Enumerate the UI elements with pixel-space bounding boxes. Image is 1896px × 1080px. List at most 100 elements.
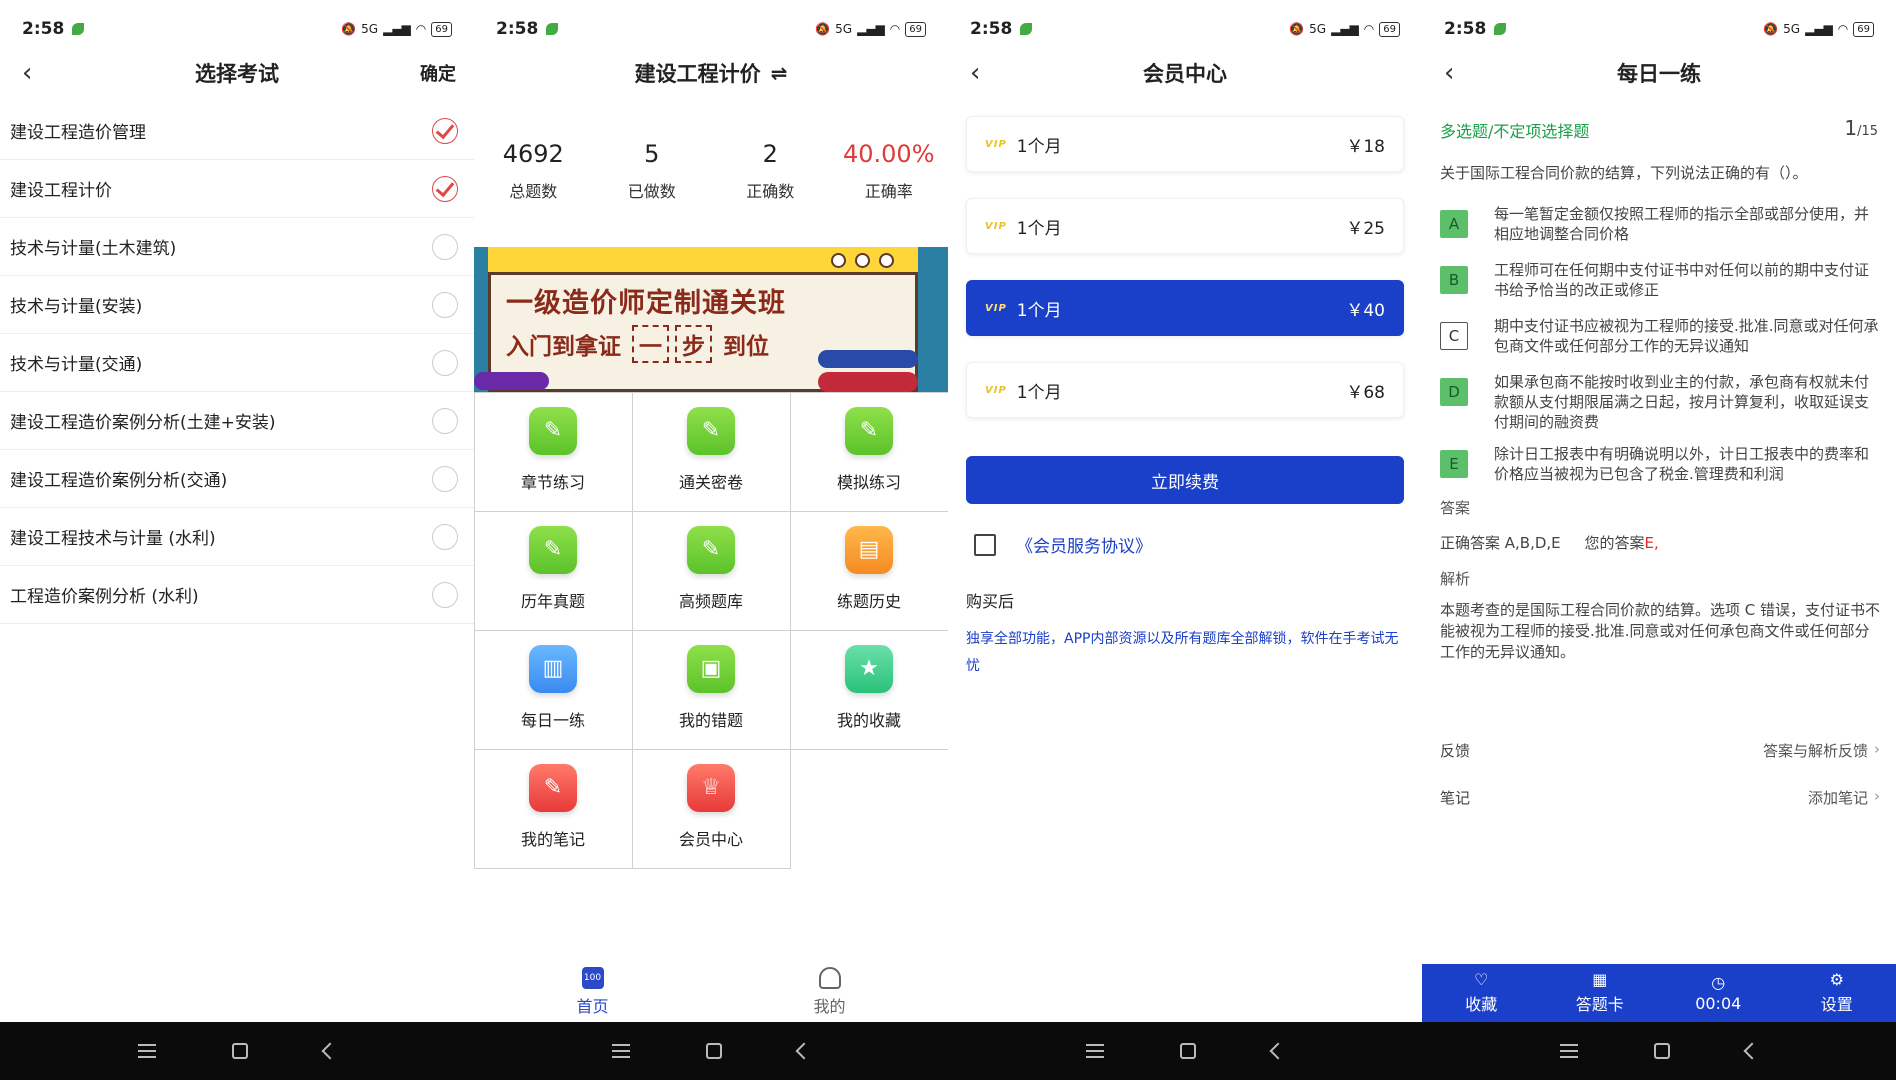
exam-label: 建设工程造价案例分析(土建+安装) xyxy=(10,413,276,433)
exam-item[interactable]: 技术与计量(交通) xyxy=(0,334,474,392)
plan-option-selected[interactable]: VIP 1个月 ￥40 xyxy=(966,280,1404,336)
nav-back-icon[interactable] xyxy=(1743,1042,1761,1060)
home-icon[interactable] xyxy=(232,1043,248,1059)
switch-icon[interactable]: ⇌ xyxy=(771,61,788,85)
option-list: A 每一笔暂定金额仅按照工程师的指示全部或部分使用，并相应地调整合同价格 B 工程师… xyxy=(1440,204,1880,500)
menu-practice-history[interactable]: ▤ 练题历史 xyxy=(789,510,948,631)
pencil-icon: ✎ xyxy=(687,525,735,574)
radio-icon[interactable] xyxy=(432,465,458,492)
toolbar-label: 00:04 xyxy=(1695,993,1742,1013)
menu-label: 我的错题 xyxy=(678,710,743,730)
menu-icon[interactable] xyxy=(1560,1044,1578,1058)
renew-button[interactable]: 立即续费 xyxy=(966,456,1404,504)
app-notification-icon xyxy=(1020,23,1033,35)
mute-icon: 🔕 xyxy=(341,22,357,36)
menu-mock-practice[interactable]: ✎ 模拟练习 xyxy=(789,391,948,512)
nav-back-icon[interactable] xyxy=(1269,1042,1287,1060)
screen-daily-practice: 2:58 🔕 5G ▂▄▆ ◠ 69 ‹ 每日一练 多选题/不定项选择题 1/1… xyxy=(1422,0,1896,1080)
answer-sheet-button[interactable]: ▦ 答题卡 xyxy=(1541,964,1660,1022)
radio-icon[interactable] xyxy=(432,407,458,434)
page-title[interactable]: 建设工程计价 xyxy=(635,58,761,88)
status-time: 2:58 xyxy=(1444,19,1487,39)
radio-icon[interactable] xyxy=(432,349,458,376)
nav-back-icon[interactable] xyxy=(795,1042,813,1060)
home-icon[interactable] xyxy=(1654,1043,1670,1059)
exam-list: 建设工程造价管理 建设工程计价 技术与计量(土木建筑) 技术与计量(安装) 技术… xyxy=(0,102,474,624)
menu-icon[interactable] xyxy=(612,1044,630,1058)
nav-back-icon[interactable] xyxy=(321,1042,339,1060)
confirm-button[interactable]: 确定 xyxy=(420,60,456,86)
tab-home[interactable]: 100 首页 xyxy=(474,962,711,1022)
tab-mine[interactable]: 我的 xyxy=(711,962,948,1022)
menu-high-frequency[interactable]: ✎ 高频题库 xyxy=(631,510,791,631)
exam-item[interactable]: 建设工程技术与计量 (水利) xyxy=(0,508,474,566)
plan-option[interactable]: VIP 1个月 ￥18 xyxy=(966,116,1404,172)
note-row[interactable]: 笔记 添加笔记 › xyxy=(1440,787,1880,808)
book-icon: ▣ xyxy=(687,644,735,693)
menu-wrong-questions[interactable]: ▣ 我的错题 xyxy=(631,629,791,750)
option-c[interactable]: C 期中支付证书应被视为工程师的接受.批准.同意或对任何承包商文件或任何部分工作的… xyxy=(1440,316,1880,360)
menu-icon[interactable] xyxy=(138,1044,156,1058)
benefit-text: 独享全部功能，APP内部资源以及所有题库全部解锁，软件在手考试无忧 xyxy=(966,631,1399,674)
app-notification-icon xyxy=(546,23,559,35)
radio-icon[interactable] xyxy=(432,581,458,608)
option-b[interactable]: B 工程师可在任何期中支付证书中对任何以前的期中支付证书给予恰当的改正或修正 xyxy=(1440,260,1880,304)
exam-item[interactable]: 建设工程造价案例分析(交通) xyxy=(0,450,474,508)
menu-daily-practice[interactable]: ▥ 每日一练 xyxy=(474,629,633,750)
plan-option[interactable]: VIP 1个月 ￥25 xyxy=(966,198,1404,254)
vip-icon: VIP xyxy=(985,384,1007,396)
status-icons: 🔕 5G ▂▄▆ ◠ 69 xyxy=(341,21,452,37)
menu-favorites[interactable]: ★ 我的收藏 xyxy=(789,629,948,750)
option-text: 除计日工报表中有明确说明以外，计日工报表中的费率和价格应当被视为已包含了税金.管… xyxy=(1494,445,1870,483)
exam-item[interactable]: 技术与计量(土木建筑) xyxy=(0,218,474,276)
star-folder-icon: ★ xyxy=(845,644,893,693)
menu-secret-paper[interactable]: ✎ 通关密卷 xyxy=(631,391,791,512)
exam-item[interactable]: 技术与计量(安装) xyxy=(0,276,474,334)
back-icon[interactable]: ‹ xyxy=(1444,58,1474,88)
banner-dot-icon xyxy=(831,253,846,268)
favorite-button[interactable]: ♡ 收藏 xyxy=(1422,964,1541,1022)
page-title: 每日一练 xyxy=(1617,62,1701,86)
plan-label: 1个月 xyxy=(1016,300,1062,321)
system-nav-bar xyxy=(1422,1022,1896,1080)
timer-button[interactable]: ◷ 00:04 xyxy=(1659,964,1778,1022)
question-index: 1 xyxy=(1844,116,1858,140)
feedback-row[interactable]: 反馈 答案与解析反馈 › xyxy=(1440,740,1880,761)
menu-member-center[interactable]: ♕ 会员中心 xyxy=(631,748,791,869)
exam-item[interactable]: 建设工程造价案例分析(土建+安装) xyxy=(0,392,474,450)
radio-icon[interactable] xyxy=(432,291,458,318)
stat-label: 正确率 xyxy=(864,182,913,201)
pencil-icon: ✎ xyxy=(529,763,577,812)
agreement-link[interactable]: 《会员服务协议》 xyxy=(1016,532,1152,557)
check-icon[interactable] xyxy=(432,117,458,144)
file-icon: ▥ xyxy=(529,644,577,693)
plan-option[interactable]: VIP 1个月 ￥68 xyxy=(966,362,1404,418)
plan-list: VIP 1个月 ￥18 VIP 1个月 ￥25 VIP 1个月 ￥40 VIP 1个月 ￥68 xyxy=(966,116,1404,444)
menu-icon[interactable] xyxy=(1086,1044,1104,1058)
exam-item[interactable]: 工程造价案例分析 (水利) xyxy=(0,566,474,624)
exam-item[interactable]: 建设工程计价 xyxy=(0,160,474,218)
check-icon[interactable] xyxy=(432,175,458,202)
question-total: /15 xyxy=(1857,124,1878,139)
back-icon[interactable]: ‹ xyxy=(22,58,52,88)
back-icon[interactable]: ‹ xyxy=(970,58,1000,88)
exam-item[interactable]: 建设工程造价管理 xyxy=(0,102,474,160)
network-label: 5G xyxy=(1783,22,1801,36)
promo-banner[interactable]: 一级造价师定制通关班 入门到拿证 一步 到位 xyxy=(474,247,948,392)
menu-chapter-practice[interactable]: ✎ 章节练习 xyxy=(474,391,633,512)
menu-my-notes[interactable]: ✎ 我的笔记 xyxy=(474,748,633,869)
header: 建设工程计价 ⇌ xyxy=(474,48,948,98)
settings-button[interactable]: ⚙ 设置 xyxy=(1778,964,1896,1022)
agreement-checkbox[interactable] xyxy=(974,533,996,556)
explain-text: 本题考查的是国际工程合同价款的结算。选项 C 错误，支付证书不能被视为工程师的接… xyxy=(1440,601,1881,661)
option-d[interactable]: D 如果承包商不能按时收到业主的付款，承包商有权就未付款额从支付期限届满之日起，按… xyxy=(1440,372,1880,432)
home-icon[interactable] xyxy=(706,1043,722,1059)
page-title: 选择考试 xyxy=(195,62,279,86)
user-icon xyxy=(818,967,841,989)
menu-past-exams[interactable]: ✎ 历年真题 xyxy=(474,510,633,631)
option-e[interactable]: E 除计日工报表中有明确说明以外，计日工报表中的费率和价格应当被视为已包含了税金.… xyxy=(1440,444,1880,488)
option-a[interactable]: A 每一笔暂定金额仅按照工程师的指示全部或部分使用，并相应地调整合同价格 xyxy=(1440,204,1880,248)
radio-icon[interactable] xyxy=(432,523,458,550)
radio-icon[interactable] xyxy=(432,233,458,260)
home-icon[interactable] xyxy=(1180,1043,1196,1059)
